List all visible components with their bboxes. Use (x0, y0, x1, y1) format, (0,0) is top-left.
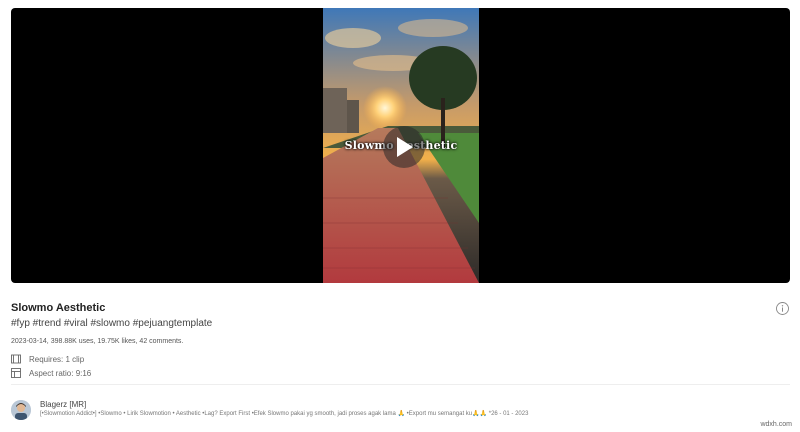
video-player[interactable]: Slowmo Aesthetic (11, 8, 790, 283)
template-hashtags: #fyp #trend #viral #slowmo #pejuangtempl… (11, 318, 213, 329)
divider (11, 384, 790, 385)
film-icon (11, 354, 21, 364)
info-icon[interactable] (776, 302, 789, 315)
aspect-icon (11, 368, 21, 378)
play-icon (397, 137, 413, 157)
play-button[interactable] (383, 126, 425, 168)
avatar-image (11, 400, 31, 420)
requires-row: Requires: 1 clip (11, 354, 84, 364)
aspect-ratio-label: Aspect ratio: 9:16 (29, 368, 92, 378)
template-stats: 2023-03-14, 398.88K uses, 19.75K likes, … (11, 338, 184, 345)
template-title: Slowmo Aesthetic (11, 302, 106, 314)
author-description: [•Slowmotion Addict•] •Slowmo • Lirik Sl… (40, 411, 529, 417)
requires-label: Requires: 1 clip (29, 354, 85, 364)
watermark: wdxh.com (760, 421, 792, 428)
aspect-ratio-row: Aspect ratio: 9:16 (11, 368, 91, 378)
author-name[interactable]: Blagerz [MR] (40, 400, 86, 409)
author-avatar[interactable] (11, 400, 31, 420)
